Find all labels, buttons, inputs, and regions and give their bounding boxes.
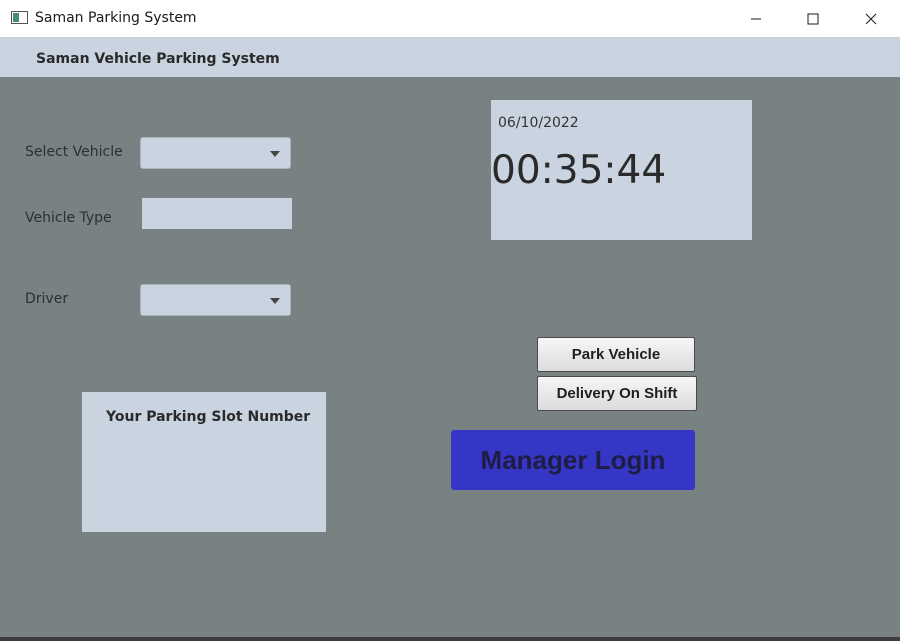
select-vehicle-label: Select Vehicle: [25, 144, 123, 160]
close-icon: [865, 13, 877, 24]
minimize-icon: [751, 18, 761, 19]
main-panel: Select Vehicle Vehicle Type Driver: [0, 77, 900, 637]
window-title: Saman Parking System: [35, 10, 197, 26]
chevron-down-icon: [270, 298, 280, 304]
clock-panel: 06/10/2022 00:35:44: [491, 100, 752, 240]
header-bar: Saman Vehicle Parking System: [0, 37, 900, 77]
app-window-icon: [11, 11, 28, 24]
delivery-on-shift-button[interactable]: Delivery On Shift: [537, 376, 697, 411]
chevron-down-icon: [270, 151, 280, 157]
parking-slot-panel: Your Parking Slot Number: [82, 392, 326, 532]
window-bottom-edge: [0, 637, 900, 641]
select-vehicle-dropdown[interactable]: [140, 137, 291, 169]
vehicle-type-field[interactable]: [142, 198, 292, 229]
page-title: Saman Vehicle Parking System: [36, 51, 280, 67]
current-time: 00:35:44: [491, 148, 667, 193]
maximize-icon: [807, 13, 819, 24]
minimize-button[interactable]: [727, 0, 785, 37]
manager-login-button[interactable]: Manager Login: [451, 430, 695, 490]
parking-slot-title: Your Parking Slot Number: [106, 409, 311, 425]
window-titlebar: Saman Parking System: [0, 0, 900, 37]
driver-dropdown[interactable]: [140, 284, 291, 316]
park-vehicle-button[interactable]: Park Vehicle: [537, 337, 695, 372]
driver-label: Driver: [25, 291, 69, 307]
vehicle-type-label: Vehicle Type: [25, 210, 112, 226]
maximize-button[interactable]: [784, 0, 842, 37]
close-button[interactable]: [842, 0, 900, 37]
current-date: 06/10/2022: [498, 115, 579, 131]
